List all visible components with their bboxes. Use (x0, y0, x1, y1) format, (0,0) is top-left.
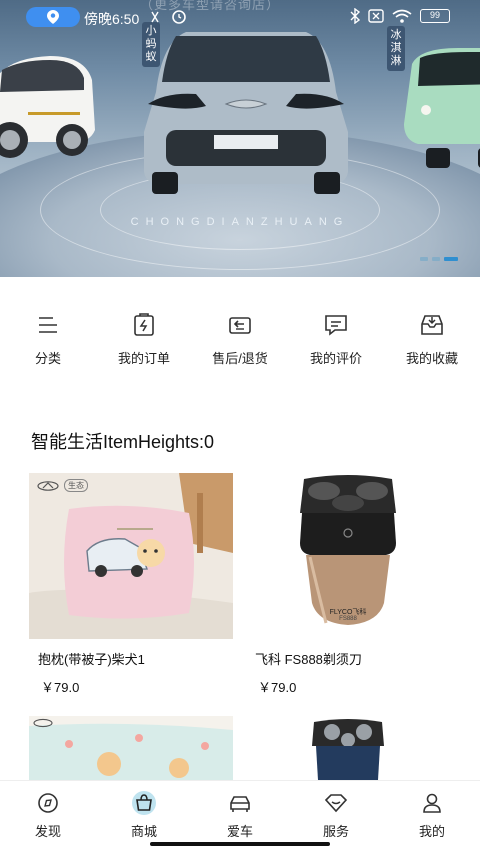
product-image-pillow: 生态 (29, 473, 233, 639)
nav-tab-label: 发现 (34, 824, 61, 839)
service-icon (324, 794, 348, 813)
location-icon (47, 10, 59, 24)
favorite-icon (421, 315, 443, 335)
status-bar: 傍晚6:50 99 (0, 0, 480, 34)
pillow-image (29, 473, 233, 639)
product-image-shaver-2 (246, 716, 450, 780)
menu-item-label: 我的评价 (309, 351, 362, 366)
product-price: ￥79.0 (258, 680, 297, 695)
alarm-icon (151, 10, 186, 24)
quick-menu: 分类 我的订单 售后/退货 我的评价 我的收藏 (0, 312, 480, 367)
battery-icon: 99 (420, 9, 450, 23)
car-icon (230, 796, 250, 812)
mall-icon (132, 791, 156, 815)
order-icon (134, 313, 154, 336)
status-time: 傍晚6:50 (84, 11, 140, 27)
wifi-icon (392, 9, 412, 23)
product-name: 飞科 FS888剃须刀 (255, 652, 362, 667)
bluetooth-icon (350, 8, 360, 24)
category-icon (39, 317, 57, 333)
banner-dot[interactable] (432, 257, 440, 261)
banner-dot-active[interactable] (444, 257, 458, 261)
sim-icon (368, 9, 384, 23)
shaver-model: FS888 (339, 616, 357, 622)
menu-item-label: 分类 (34, 351, 61, 366)
nav-tab-label: 我的 (418, 824, 445, 839)
product-image-shaver: FLYCO飞科 FS888 (246, 473, 450, 639)
mint-car-image (404, 48, 480, 168)
product-card[interactable] (29, 716, 233, 780)
product-card[interactable] (246, 716, 450, 780)
menu-item-favorites[interactable]: 我的收藏 (384, 312, 480, 367)
review-icon (325, 315, 347, 336)
product-price: ￥79.0 (41, 680, 80, 695)
pillow-badge: 生态 (64, 479, 88, 492)
white-car-image (0, 56, 95, 158)
nav-tab-label: 服务 (322, 824, 349, 839)
return-icon (229, 317, 251, 334)
product-name: 抱枕(带被子)柴犬1 (38, 652, 145, 667)
banner-slogan: CHONGDIANZHUANG (130, 216, 350, 228)
battery-level: 99 (429, 10, 440, 20)
banner-dot[interactable] (420, 257, 428, 261)
menu-item-label: 我的收藏 (405, 351, 458, 366)
nav-tab-profile[interactable]: 我的 (384, 781, 480, 853)
pillow-image (29, 716, 233, 780)
discover-icon (38, 793, 58, 813)
banner-pagination[interactable] (420, 257, 458, 261)
nav-tab-label: 爱车 (226, 824, 253, 839)
nav-tab-discover[interactable]: 发现 (0, 781, 96, 853)
menu-item-category[interactable]: 分类 (0, 312, 96, 367)
nav-tab-label: 商城 (130, 824, 157, 839)
shaver-image (246, 716, 450, 780)
location-pill[interactable] (26, 7, 80, 27)
promo-banner[interactable]: （更多车型请咨询店） 小蚂蚁 冰淇淋 CHONGDIANZHUANG (0, 0, 480, 277)
menu-item-reviews[interactable]: 我的评价 (288, 312, 384, 367)
menu-item-return[interactable]: 售后/退货 (192, 312, 288, 367)
chery-logo-icon (37, 480, 59, 491)
menu-item-orders[interactable]: 我的订单 (96, 312, 192, 367)
pillow-badges: 生态 (37, 479, 88, 492)
home-indicator[interactable] (150, 842, 330, 846)
menu-item-label: 我的订单 (117, 351, 170, 366)
status-icons: 99 (350, 8, 450, 24)
profile-icon (423, 793, 441, 813)
blue-car-image (144, 32, 348, 194)
section-title: 智能生活ItemHeights:0 (31, 432, 215, 452)
product-card[interactable]: 生态 抱枕(带被子)柴犬1 ￥79.0 (29, 473, 233, 696)
menu-item-label: 售后/退货 (212, 351, 268, 366)
product-card[interactable]: FLYCO飞科 FS888 飞科 FS888剃须刀 ￥79.0 (246, 473, 450, 696)
product-image-pillow-2 (29, 716, 233, 780)
